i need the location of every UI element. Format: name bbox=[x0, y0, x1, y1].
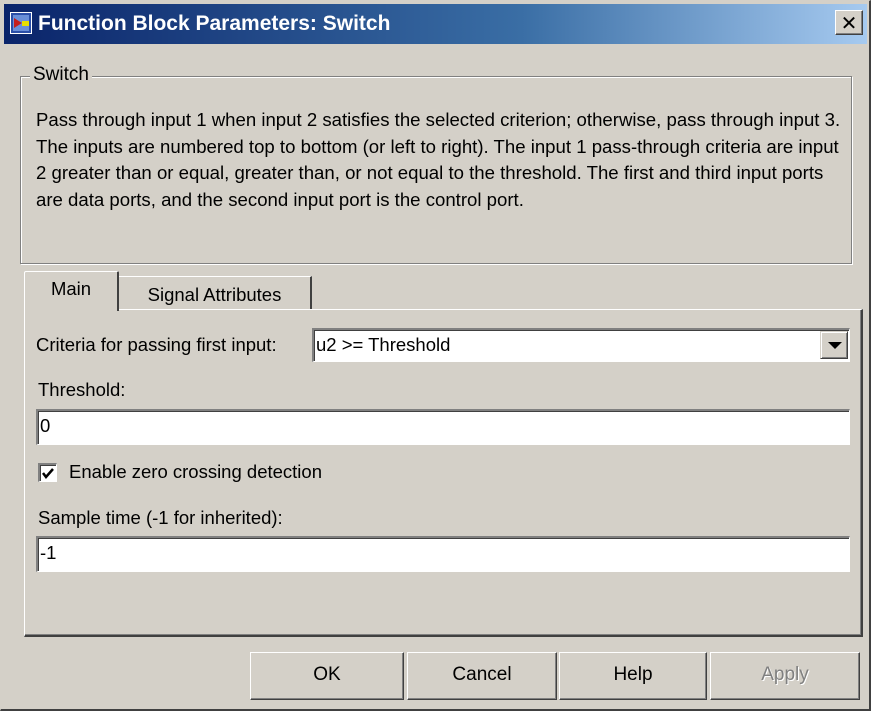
groupbox-legend: Switch bbox=[30, 64, 92, 86]
tab-signal-attributes[interactable]: Signal Attributes bbox=[119, 276, 312, 309]
title-bar[interactable]: Function Block Parameters: Switch ✕ bbox=[4, 4, 867, 44]
close-button[interactable]: ✕ bbox=[835, 10, 863, 35]
chevron-down-icon[interactable] bbox=[820, 331, 848, 359]
zero-crossing-checkbox[interactable] bbox=[38, 463, 57, 482]
sample-time-label: Sample time (-1 for inherited): bbox=[38, 507, 283, 528]
help-button[interactable]: Help bbox=[559, 652, 707, 700]
window-title: Function Block Parameters: Switch bbox=[38, 12, 391, 35]
threshold-input[interactable]: 0 bbox=[36, 409, 850, 445]
simulink-block-icon bbox=[10, 12, 32, 34]
criteria-select[interactable]: u2 >= Threshold bbox=[312, 328, 850, 362]
ok-button[interactable]: OK bbox=[250, 652, 404, 700]
sample-time-input[interactable]: -1 bbox=[36, 536, 850, 572]
zero-crossing-label[interactable]: Enable zero crossing detection bbox=[69, 461, 322, 483]
threshold-label: Threshold: bbox=[38, 379, 126, 400]
threshold-value: 0 bbox=[40, 415, 51, 436]
tab-main[interactable]: Main bbox=[24, 271, 119, 311]
close-icon: ✕ bbox=[840, 10, 858, 35]
apply-button[interactable]: Apply bbox=[710, 652, 860, 700]
cancel-button[interactable]: Cancel bbox=[407, 652, 557, 700]
block-description: Pass through input 1 when input 2 satisf… bbox=[36, 109, 841, 210]
criteria-label: Criteria for passing first input: bbox=[36, 334, 277, 355]
checkmark-icon bbox=[42, 468, 54, 479]
criteria-selected-value: u2 >= Threshold bbox=[316, 334, 451, 355]
dialog-window: Function Block Parameters: Switch ✕ Swit… bbox=[0, 0, 871, 711]
sample-time-value: -1 bbox=[40, 542, 57, 563]
